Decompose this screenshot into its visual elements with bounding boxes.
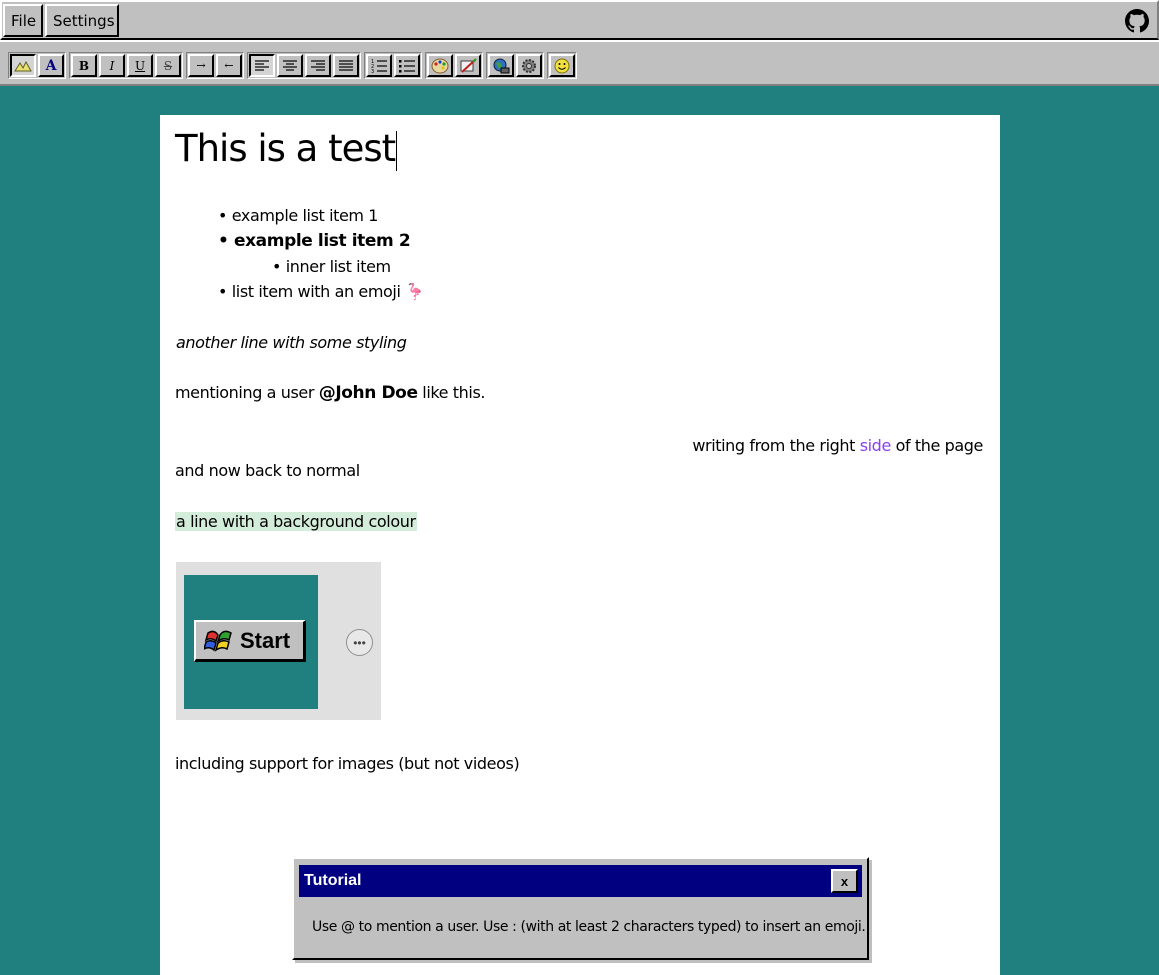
align-group	[247, 52, 361, 79]
eraser-icon	[460, 57, 477, 73]
dialog-title-bar[interactable]: Tutorial x	[299, 865, 862, 897]
ordered-list-button[interactable]: 123	[366, 54, 392, 77]
list-item-1[interactable]: example list item 1	[218, 206, 379, 225]
paint-palette-icon	[431, 58, 449, 73]
list-group: 123	[364, 52, 422, 79]
indent-group: → ←	[186, 52, 244, 79]
gear-icon	[522, 58, 536, 73]
media-group	[486, 52, 544, 79]
align-right-button[interactable]	[305, 54, 331, 77]
image-options-button[interactable]: •••	[346, 629, 373, 656]
images-support-line[interactable]: including support for images (but not vi…	[175, 754, 520, 773]
underline-button[interactable]: U	[127, 54, 153, 77]
dialog-title: Tutorial	[304, 872, 362, 889]
right-line-after: of the page	[890, 436, 984, 455]
clear-format-button[interactable]	[455, 54, 481, 77]
bold-icon: B	[78, 58, 90, 73]
justify-button[interactable]	[333, 54, 359, 77]
right-line-highlight: side	[859, 436, 892, 455]
smiley-icon	[554, 58, 570, 73]
user-mention[interactable]: @John Doe	[319, 383, 418, 403]
title-text: This is a test	[175, 127, 396, 170]
svg-text:3: 3	[371, 69, 374, 73]
flamingo-emoji: 🦩	[405, 282, 425, 301]
bold-button[interactable]: B	[71, 54, 97, 77]
highlight-color-button[interactable]	[10, 54, 36, 77]
file-menu-button[interactable]: File	[3, 4, 43, 37]
indent-button[interactable]: →	[188, 54, 214, 77]
mention-before: mentioning a user	[175, 383, 319, 402]
align-center-button[interactable]	[277, 54, 303, 77]
font-color-button[interactable]: A	[38, 54, 64, 77]
emoji-group	[547, 52, 577, 79]
insert-link-button[interactable]	[488, 54, 514, 77]
background-line-text: a line with a background colour	[175, 512, 417, 531]
outdent-button[interactable]: ←	[216, 54, 242, 77]
list-item-3-text: list item with an emoji	[231, 282, 401, 301]
tutorial-dialog: Tutorial x Use @ to mention a user. Use …	[292, 857, 869, 960]
settings-menu-button[interactable]: Settings	[45, 4, 119, 37]
style-group: B I U S	[69, 52, 183, 79]
more-dots-icon: •••	[353, 635, 366, 650]
unordered-list-button[interactable]	[394, 54, 420, 77]
embedded-image[interactable]: Start	[184, 575, 318, 709]
italic-icon: I	[109, 58, 115, 73]
ordered-list-icon: 123	[371, 59, 387, 73]
align-center-icon	[283, 59, 297, 71]
mention-after: like this.	[417, 383, 486, 402]
strikethrough-button[interactable]: S	[155, 54, 181, 77]
document-title[interactable]: This is a test	[175, 127, 398, 171]
right-aligned-line[interactable]: writing from the right side of the page	[692, 436, 983, 455]
indent-icon: →	[196, 59, 206, 72]
list-item-3[interactable]: list item with an emoji 🦩	[218, 282, 425, 301]
font-color-icon: A	[45, 57, 57, 74]
editor-document[interactable]: This is a test example list item 1 examp…	[160, 115, 1000, 975]
insert-group	[425, 52, 483, 79]
dialog-close-button[interactable]: x	[831, 869, 858, 893]
align-right-icon	[311, 59, 325, 71]
formatting-toolbar: A B I U S → ← 1 2 3	[0, 40, 1159, 86]
styled-line[interactable]: another line with some styling	[176, 333, 407, 352]
right-line-before: writing from the right	[692, 436, 860, 455]
unordered-list-icon	[399, 59, 415, 72]
insert-image-button[interactable]	[427, 54, 453, 77]
menubar: File Settings	[0, 0, 1159, 40]
strikethrough-icon: S	[163, 58, 173, 73]
windows-logo-icon	[204, 630, 232, 652]
embedded-image-frame[interactable]: Start •••	[176, 562, 381, 720]
inner-list-item[interactable]: inner list item	[272, 257, 391, 276]
align-left-button[interactable]	[249, 54, 275, 77]
start-button-image: Start	[194, 620, 306, 662]
color-group: A	[8, 52, 66, 79]
close-icon: x	[840, 873, 849, 889]
start-label: Start	[240, 627, 291, 653]
insert-media-button[interactable]	[516, 54, 542, 77]
globe-link-icon	[493, 58, 510, 73]
github-icon[interactable]	[1125, 9, 1149, 33]
highlight-icon	[14, 60, 32, 71]
justify-icon	[339, 59, 353, 71]
list-item-2[interactable]: example list item 2	[218, 231, 411, 251]
align-left-icon	[255, 59, 269, 71]
underline-icon: U	[134, 58, 146, 73]
background-line[interactable]: a line with a background colour	[175, 512, 417, 531]
normal-line[interactable]: and now back to normal	[175, 461, 360, 480]
insert-emoji-button[interactable]	[549, 54, 575, 77]
mention-line[interactable]: mentioning a user @John Doe like this.	[175, 383, 485, 403]
text-caret	[396, 130, 398, 171]
italic-button[interactable]: I	[99, 54, 125, 77]
outdent-icon: ←	[224, 59, 234, 72]
dialog-body-text: Use @ to mention a user. Use : (with at …	[312, 919, 866, 935]
